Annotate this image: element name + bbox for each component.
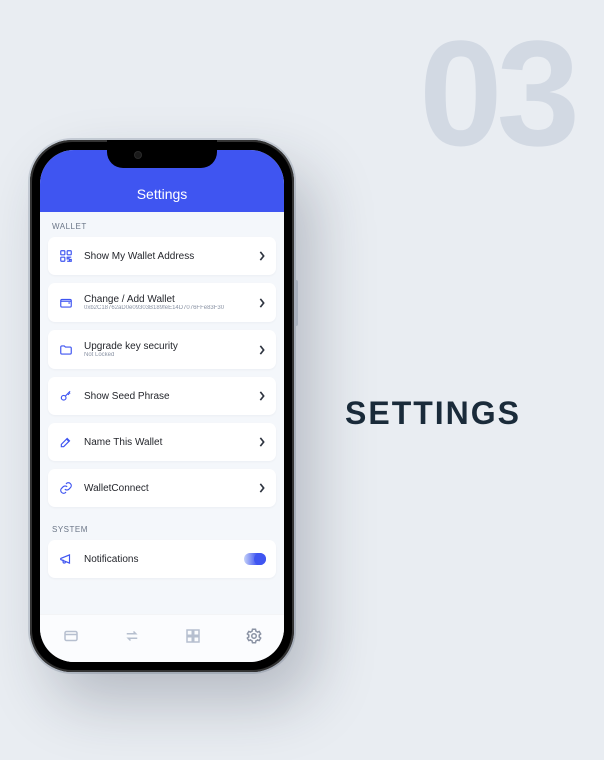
notifications-toggle[interactable] [244, 553, 266, 565]
row-subtitle: Not Locked [84, 352, 244, 358]
section-label-wallet: WALLET [40, 212, 284, 237]
wallet-icon [58, 295, 74, 311]
swap-icon [123, 627, 141, 645]
header-title: Settings [137, 186, 188, 202]
row-subtitle: 0xb2C18762aD0e09303B189feE14D7076FFe83F3… [84, 305, 244, 311]
slide-title: SETTINGS [345, 395, 521, 432]
tab-apps[interactable] [182, 625, 204, 647]
tab-bar [40, 614, 284, 662]
row-notifications[interactable]: Notifications [48, 540, 276, 578]
settings-content: WALLET Show My Wallet Address [40, 212, 284, 614]
row-title: Name This Wallet [84, 437, 248, 448]
qr-code-icon [58, 248, 74, 264]
chevron-right-icon [258, 483, 266, 493]
row-title: WalletConnect [84, 483, 248, 494]
edit-icon [58, 434, 74, 450]
chevron-right-icon [258, 345, 266, 355]
tab-settings[interactable] [243, 625, 265, 647]
slide-number: 03 [419, 18, 574, 168]
phone-notch [107, 140, 217, 168]
row-upgrade-security[interactable]: Upgrade key security Not Locked [48, 330, 276, 369]
chevron-right-icon [258, 437, 266, 447]
phone-screen: Settings WALLET Show My Wallet Address [40, 150, 284, 662]
phone-frame: Settings WALLET Show My Wallet Address [30, 140, 294, 672]
row-title: Change / Add Wallet [84, 294, 248, 305]
chevron-right-icon [258, 391, 266, 401]
megaphone-icon [58, 551, 74, 567]
row-title: Show Seed Phrase [84, 391, 248, 402]
wallet-tab-icon [62, 627, 80, 645]
row-name-wallet[interactable]: Name This Wallet [48, 423, 276, 461]
gear-icon [245, 627, 263, 645]
row-seed-phrase[interactable]: Show Seed Phrase [48, 377, 276, 415]
row-walletconnect[interactable]: WalletConnect [48, 469, 276, 507]
row-title: Show My Wallet Address [84, 251, 248, 262]
tab-swap[interactable] [121, 625, 143, 647]
row-change-wallet[interactable]: Change / Add Wallet 0xb2C18762aD0e09303B… [48, 283, 276, 322]
chevron-right-icon [258, 251, 266, 261]
tab-wallet[interactable] [60, 625, 82, 647]
row-show-wallet-address[interactable]: Show My Wallet Address [48, 237, 276, 275]
folder-lock-icon [58, 342, 74, 358]
chevron-right-icon [258, 298, 266, 308]
link-icon [58, 480, 74, 496]
key-icon [58, 388, 74, 404]
section-label-system: SYSTEM [40, 515, 284, 540]
row-title: Notifications [84, 554, 234, 565]
row-title: Upgrade key security [84, 341, 248, 352]
grid-icon [184, 627, 202, 645]
